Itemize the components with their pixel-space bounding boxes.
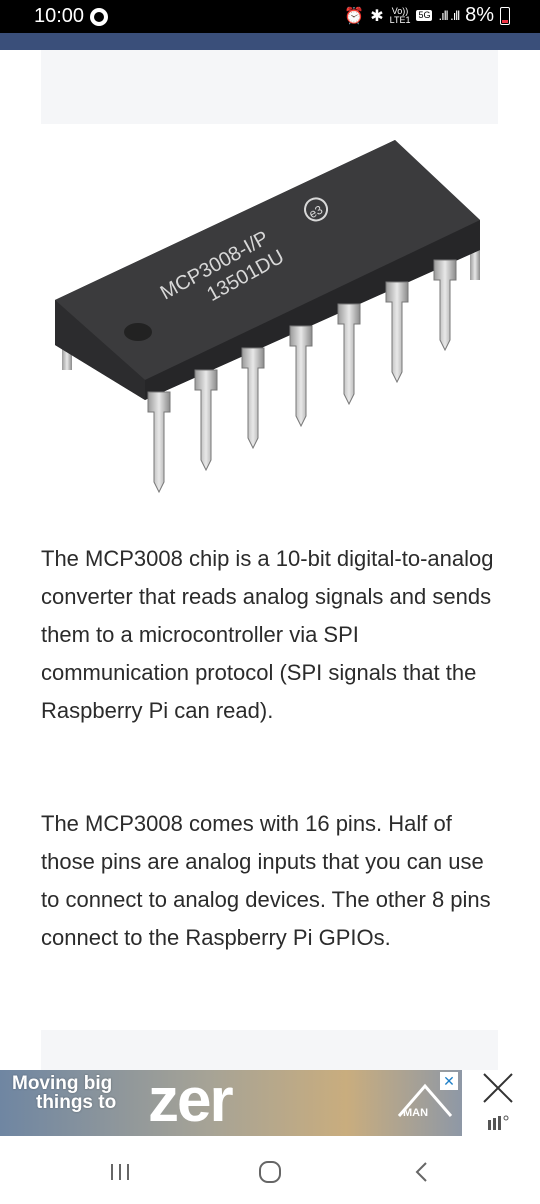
bluetooth-icon: ✱ [370,7,384,25]
recents-icon[interactable] [100,1160,140,1184]
ad-placeholder-bottom [41,1030,498,1070]
alarm-icon: ⏰ [344,7,365,25]
status-bar: 10:00 ⏰ ✱ Vo)) LTE1 5G .ıll .ıll 8% [0,0,540,33]
ad-provider-icon [488,1115,509,1130]
battery-icon [500,6,510,25]
close-icon[interactable] [483,1073,513,1103]
battery-percent: 8% [465,4,494,26]
mcp3008-chip-image: MCP3008-I/P 13501DU e3 [50,140,510,510]
ad-brand-text: zer [148,1070,234,1135]
home-icon[interactable] [250,1160,290,1184]
volte-indicator: Vo)) LTE1 [389,5,411,25]
system-nav-bar [0,1136,540,1204]
svg-text:MAN: MAN [403,1107,428,1119]
ad-placeholder-top [41,50,498,124]
5g-indicator: 5G [416,10,433,21]
article-paragraph-2: The MCP3008 comes with 16 pins. Half of … [41,811,491,950]
status-indicators: ⏰ ✱ Vo)) LTE1 5G .ıll .ıll 8% [344,4,510,27]
clock-icon [90,8,108,26]
site-header-strip [0,33,540,50]
ad-banner[interactable]: Moving big things to zer MAN ✕ [0,1070,462,1136]
signal-icon: .ıll .ıll [438,8,460,23]
back-icon[interactable] [402,1160,442,1184]
ad-close-icon[interactable]: ✕ [440,1072,458,1090]
ad-headline: Moving big things to [12,1073,117,1113]
ad-dismiss-area[interactable] [462,1070,540,1136]
article-paragraph-1: The MCP3008 chip is a 10-bit digital-to-… [41,546,494,723]
status-time: 10:00 [34,5,85,27]
